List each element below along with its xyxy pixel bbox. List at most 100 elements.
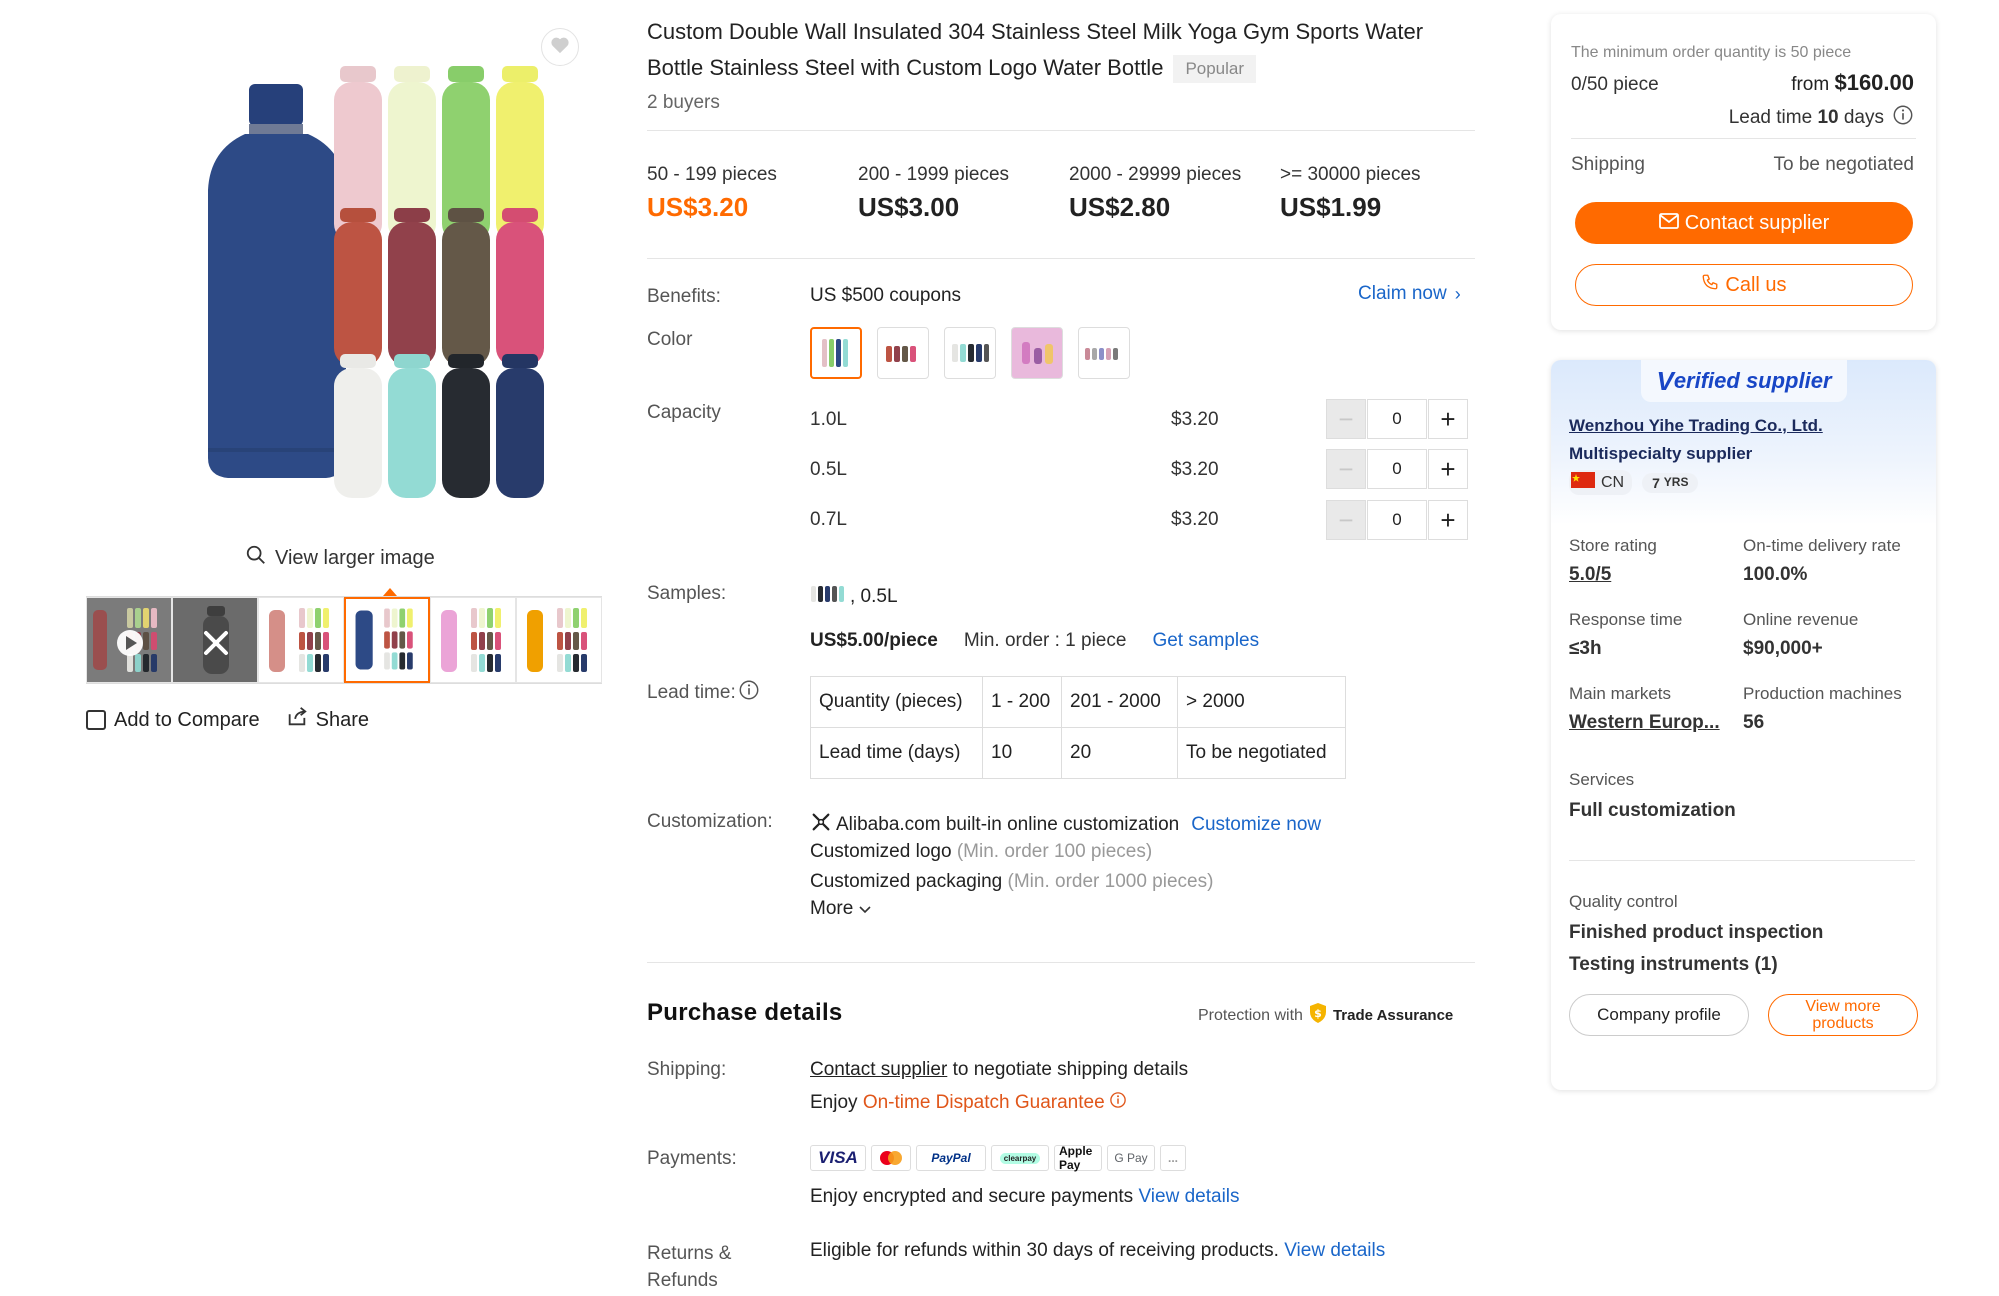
returns-info: Eligible for refunds within 30 days of r… bbox=[810, 1240, 1385, 1262]
divider bbox=[647, 962, 1475, 963]
thumbnail-customize[interactable] bbox=[172, 597, 258, 683]
shipping-label: Shipping: bbox=[647, 1059, 727, 1080]
info-icon[interactable] bbox=[1109, 1091, 1127, 1115]
table-cell: Lead time (days) bbox=[810, 727, 983, 779]
capacity-size: 1.0L bbox=[810, 409, 847, 430]
add-to-compare-label: Add to Compare bbox=[114, 708, 260, 731]
favorite-button[interactable] bbox=[541, 28, 579, 66]
thumbnail-video[interactable] bbox=[86, 597, 172, 683]
returns-view-details-link[interactable]: View details bbox=[1284, 1240, 1385, 1261]
returns-text: Eligible for refunds within 30 days of r… bbox=[810, 1240, 1285, 1261]
company-profile-button[interactable]: Company profile bbox=[1569, 994, 1749, 1036]
get-samples-link[interactable]: Get samples bbox=[1152, 630, 1259, 652]
product-title: Custom Double Wall Insulated 304 Stainle… bbox=[647, 14, 1477, 86]
contact-supplier-link[interactable]: Contact supplier bbox=[810, 1059, 947, 1080]
divider bbox=[1569, 860, 1915, 861]
more-payments-icon: ... bbox=[1160, 1145, 1186, 1171]
quality-control-label: Quality control bbox=[1569, 892, 1678, 911]
returns-label-line1: Returns & bbox=[647, 1243, 732, 1264]
tier-price: US$3.20 bbox=[647, 192, 749, 222]
checkbox-icon[interactable] bbox=[86, 710, 106, 730]
customize-now-link[interactable]: Customize now bbox=[1191, 814, 1321, 836]
customization-builtin-text: Alibaba.com built-in online customizatio… bbox=[836, 814, 1180, 835]
view-more-line2: products bbox=[1812, 1015, 1874, 1032]
info-icon[interactable] bbox=[738, 679, 760, 707]
divider bbox=[1571, 138, 1916, 139]
quantity-input[interactable]: 0 bbox=[1367, 399, 1427, 439]
search-icon bbox=[245, 544, 267, 572]
more-label: More bbox=[810, 898, 854, 919]
price-tier: >= 30000 pieces US$1.99 bbox=[1280, 164, 1491, 223]
clearpay-label: clearpay bbox=[999, 1152, 1041, 1164]
order-shipping-value: To be negotiated bbox=[1773, 154, 1914, 175]
tier-range: 50 - 199 pieces bbox=[647, 164, 777, 185]
stat-label: On-time delivery rate bbox=[1743, 536, 1901, 555]
verified-supplier-badge: Verified supplier bbox=[1641, 360, 1847, 402]
decrement-button[interactable]: − bbox=[1326, 399, 1366, 439]
contact-supplier-button[interactable]: Contact supplier bbox=[1575, 202, 1913, 244]
thumbnail-navy-bottle[interactable] bbox=[344, 597, 430, 683]
decrement-button[interactable]: − bbox=[1326, 500, 1366, 540]
min-order-note: The minimum order quantity is 50 piece bbox=[1571, 44, 1852, 61]
payments-view-details-link[interactable]: View details bbox=[1138, 1186, 1239, 1207]
stat-value[interactable]: Western Europ... bbox=[1569, 712, 1720, 734]
color-option-pink[interactable] bbox=[1011, 327, 1063, 379]
capacity-price: $3.20 bbox=[1171, 459, 1219, 480]
tier-range: 200 - 1999 pieces bbox=[858, 164, 1010, 185]
customized-logo-text: Customized logo bbox=[810, 841, 952, 862]
increment-button[interactable]: + bbox=[1428, 500, 1468, 540]
stat-value[interactable]: 5.0/5 bbox=[1569, 564, 1657, 586]
color-option-mixed[interactable] bbox=[810, 327, 862, 379]
thumbnail-pink-bottle[interactable] bbox=[258, 597, 344, 683]
add-to-compare-button[interactable]: Add to Compare bbox=[86, 706, 260, 734]
supplier-origin: CN 7 YRS bbox=[1569, 470, 1699, 495]
samples-label: Samples: bbox=[647, 583, 727, 604]
stat-response-time: Response time ≤3h bbox=[1569, 610, 1682, 660]
table-cell: 201 - 2000 bbox=[1061, 676, 1178, 728]
capacity-size: 0.7L bbox=[810, 509, 847, 530]
increment-button[interactable]: + bbox=[1428, 449, 1468, 489]
quality-control-item: Testing instruments (1) bbox=[1569, 954, 1778, 975]
supplier-card: Verified supplier Wenzhou Yihe Trading C… bbox=[1551, 360, 1936, 1090]
sample-variant-text: , 0.5L bbox=[850, 585, 898, 607]
decrement-button[interactable]: − bbox=[1326, 449, 1366, 489]
view-more-products-button[interactable]: View more products bbox=[1768, 994, 1918, 1036]
table-row: Lead time (days) 10 20 To be negotiated bbox=[810, 727, 1346, 779]
color-option-pastel[interactable] bbox=[1078, 327, 1130, 379]
customize-tool-icon bbox=[810, 811, 832, 839]
quantity-stepper: − 0 + bbox=[1326, 500, 1468, 540]
tier-range: 2000 - 29999 pieces bbox=[1069, 164, 1242, 185]
quantity-stepper: − 0 + bbox=[1326, 449, 1468, 489]
info-icon[interactable] bbox=[1892, 104, 1914, 132]
share-button[interactable]: Share bbox=[286, 706, 369, 734]
call-us-button[interactable]: Call us bbox=[1575, 264, 1913, 306]
verified-v-glyph: V bbox=[1656, 365, 1674, 396]
view-larger-image-link[interactable]: View larger image bbox=[245, 544, 435, 572]
returns-label: Returns & Refunds bbox=[647, 1240, 731, 1294]
samples-variant: , 0.5L bbox=[810, 583, 898, 610]
buyers-count: 2 buyers bbox=[647, 92, 720, 113]
main-product-image[interactable] bbox=[150, 40, 610, 510]
claim-now-link[interactable]: Claim now › bbox=[1358, 283, 1461, 305]
lead-time-table: Quantity (pieces) 1 - 200 201 - 2000 > 2… bbox=[810, 676, 1346, 779]
share-label: Share bbox=[315, 708, 370, 731]
paypal-icon: PayPal bbox=[916, 1145, 986, 1171]
dispatch-guarantee-link[interactable]: On-time Dispatch Guarantee bbox=[863, 1092, 1105, 1114]
thumbnail-orange-bottle[interactable] bbox=[516, 597, 602, 683]
gallery-actions: Add to Compare Share bbox=[86, 706, 369, 734]
color-option-dark[interactable] bbox=[944, 327, 996, 379]
color-option-red[interactable] bbox=[877, 327, 929, 379]
protection-label: Protection with bbox=[1198, 1006, 1303, 1024]
tier-price: US$2.80 bbox=[1069, 192, 1171, 222]
stat-store-rating: Store rating 5.0/5 bbox=[1569, 536, 1657, 586]
quantity-input[interactable]: 0 bbox=[1367, 500, 1427, 540]
table-cell: 1 - 200 bbox=[982, 676, 1062, 728]
more-customization-button[interactable]: More bbox=[810, 898, 871, 920]
thumbnail-light-pink-bottle[interactable] bbox=[430, 597, 516, 683]
supplier-name-link[interactable]: Wenzhou Yihe Trading Co., Ltd. bbox=[1569, 416, 1823, 436]
shipping-text: to negotiate shipping details bbox=[947, 1059, 1189, 1080]
supplier-type: Multispecialty supplier bbox=[1569, 444, 1753, 463]
years-badge: 7 YRS bbox=[1642, 472, 1699, 493]
increment-button[interactable]: + bbox=[1428, 399, 1468, 439]
quantity-input[interactable]: 0 bbox=[1367, 449, 1427, 489]
